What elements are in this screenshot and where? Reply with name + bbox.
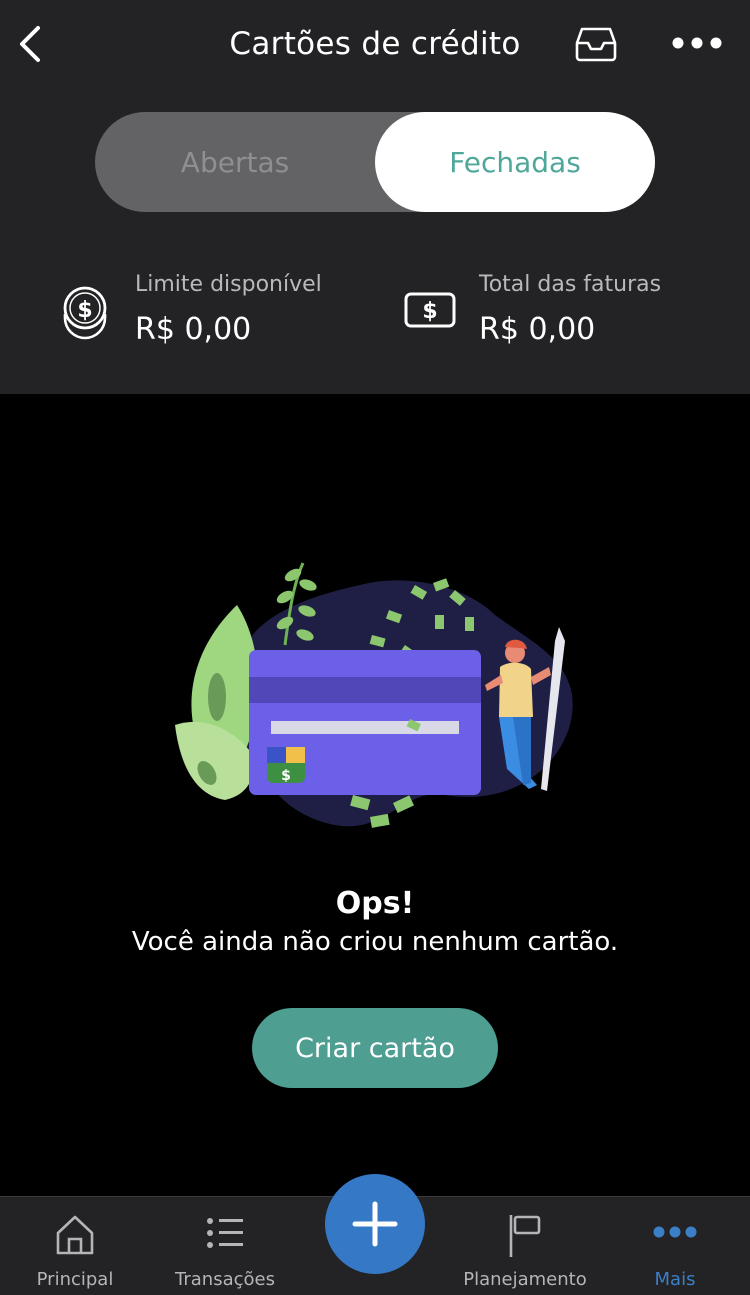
banknote-dollar-icon: $	[404, 292, 456, 328]
tab-principal[interactable]: Principal	[0, 1197, 150, 1295]
status-toggle: Abertas Fechadas	[95, 112, 655, 212]
page-title: Cartões de crédito	[229, 26, 521, 62]
tab-closed[interactable]: Fechadas	[375, 112, 655, 212]
svg-text:$: $	[77, 298, 92, 323]
tab-open[interactable]: Abertas	[95, 112, 375, 212]
header: Cartões de crédito	[0, 0, 750, 90]
plus-icon	[352, 1201, 398, 1247]
home-icon	[56, 1215, 94, 1255]
svg-text:$: $	[422, 299, 437, 324]
coins-dollar-icon: $	[63, 286, 107, 340]
empty-state-message: Você ainda não criou nenhum cartão.	[131, 927, 619, 957]
inbox-tray-icon	[575, 27, 617, 62]
create-card-button[interactable]: Criar cartão	[252, 1008, 498, 1088]
invoices-value: R$ 0,00	[479, 312, 596, 347]
svg-text:$: $	[281, 768, 291, 784]
more-dots-icon	[672, 37, 722, 49]
tab-mais[interactable]: Mais	[600, 1197, 750, 1295]
available-limit: $ Limite disponível R$ 0,00	[60, 262, 360, 362]
top-panel: Cartões de crédito Abertas Fechadas $ Li…	[0, 0, 750, 394]
limit-value: R$ 0,00	[135, 312, 252, 347]
tab-transacoes[interactable]: Transações	[150, 1197, 300, 1295]
tab-label: Planejamento	[463, 1269, 587, 1290]
limit-label: Limite disponível	[135, 272, 322, 297]
credit-card-illustration: $	[175, 562, 573, 828]
list-icon	[207, 1218, 243, 1248]
tab-label: Transações	[175, 1269, 275, 1290]
more-options-button[interactable]	[670, 30, 724, 56]
tab-label: Principal	[36, 1269, 114, 1290]
empty-state-title: Ops!	[335, 886, 415, 921]
flag-icon	[509, 1215, 541, 1257]
inbox-button[interactable]	[574, 25, 618, 63]
invoices-total: $ Total das faturas R$ 0,00	[404, 262, 724, 362]
more-dots-icon	[653, 1226, 697, 1238]
invoices-label: Total das faturas	[479, 272, 662, 297]
add-button[interactable]	[325, 1174, 425, 1274]
tab-label: Mais	[654, 1269, 696, 1290]
tab-planejamento[interactable]: Planejamento	[450, 1197, 600, 1295]
